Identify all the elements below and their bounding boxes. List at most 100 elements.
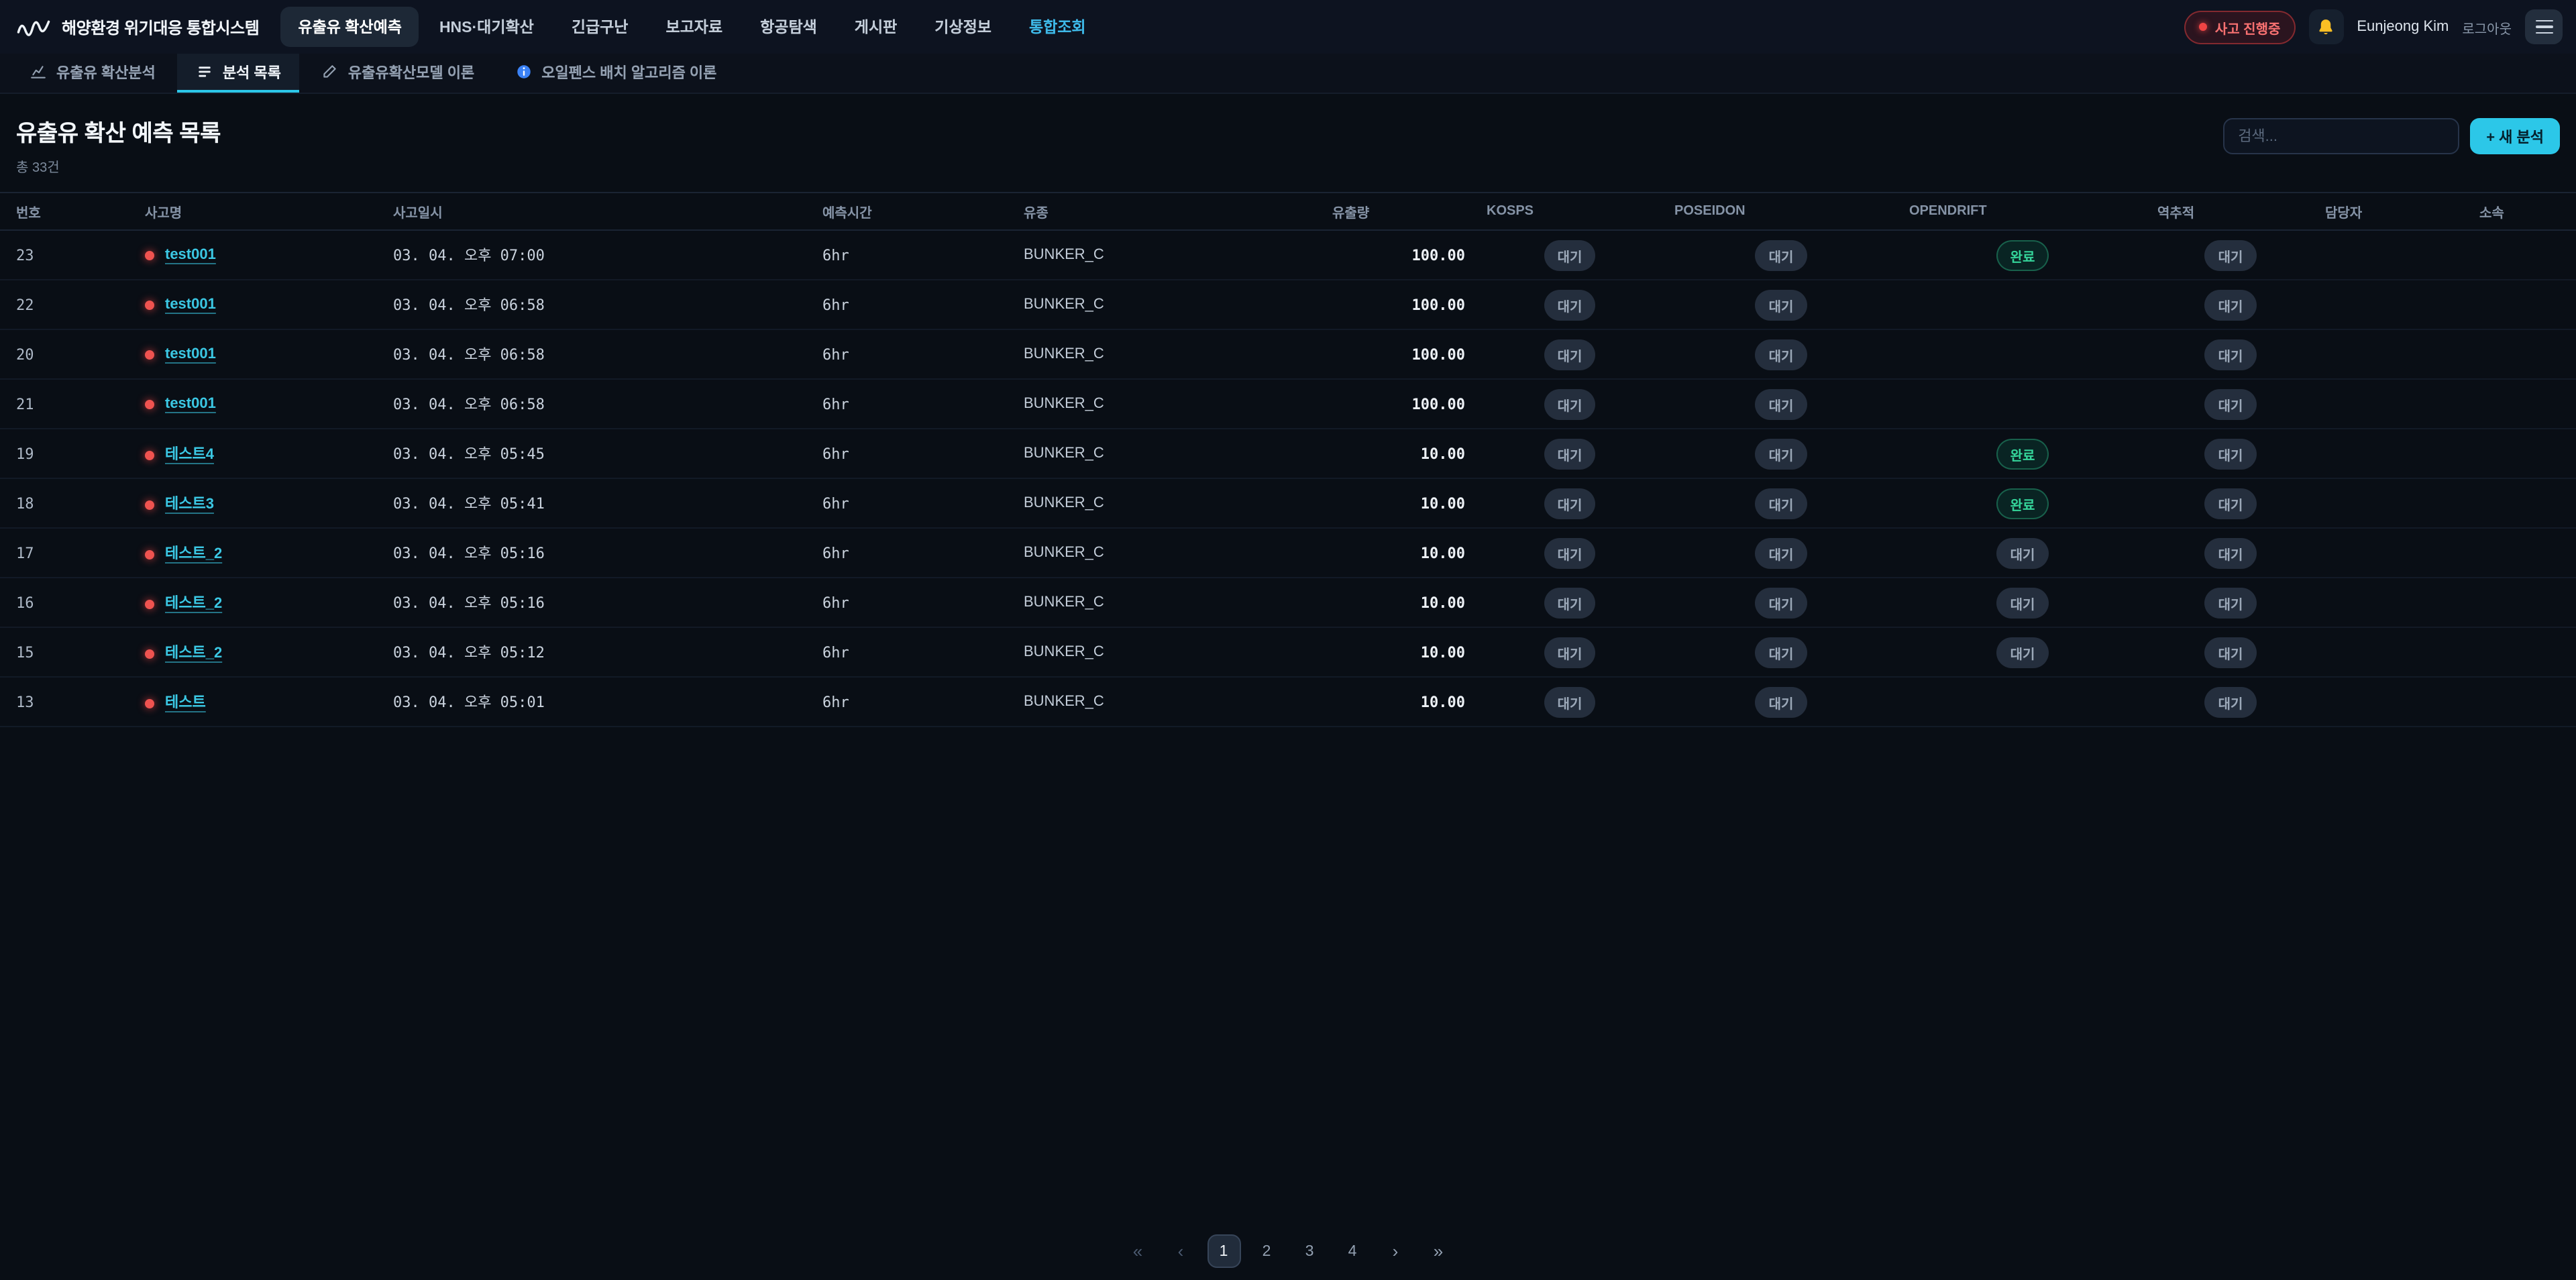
column-header: 사고일시 [382,193,812,230]
incident-name-cell: test001 [134,329,382,379]
backtrack-status: 대기 [2147,578,2314,627]
list-icon [196,63,213,81]
pen-icon [321,63,339,81]
kosps-status: 대기 [1476,230,1664,280]
status-badge: 대기 [2205,388,2257,419]
app-root: 해양환경 위기대응 통합시스템 유출유 확산예측HNS·대기확산긴급구난보고자료… [0,0,2576,1280]
incident-name-link[interactable]: test001 [165,346,216,362]
table-header-row: 번호사고명사고일시예측시간유종유출량KOSPSPOSEIDONOPENDRIFT… [0,193,2576,230]
hamburger-menu-button[interactable] [2525,9,2563,44]
nav-item[interactable]: 기상정보 [917,7,1009,47]
app-title: 해양환경 위기대응 통합시스템 [62,15,259,38]
incident-name-link[interactable]: test001 [165,396,216,412]
column-header: POSEIDON [1664,193,1898,230]
oil-type: BUNKER_C [1013,478,1322,528]
status-badge: 대기 [2205,488,2257,519]
backtrack-status: 대기 [2147,677,2314,727]
page-next-button[interactable]: › [1379,1234,1412,1268]
nav-item[interactable]: 유출유 확산예측 [280,7,419,47]
incident-name-cell: 테스트4 [134,429,382,478]
table-row[interactable]: 15테스트_203. 04. 오후 05:126hrBUNKER_C10.00대… [0,627,2576,677]
oil-type: BUNKER_C [1013,429,1322,478]
manager [2314,578,2469,627]
incident-name-link[interactable]: test001 [165,247,216,263]
nav-item[interactable]: 통합조회 [1012,7,1104,47]
logout-button[interactable]: 로그아웃 [2462,17,2512,37]
column-header: 번호 [0,193,134,230]
backtrack-status: 대기 [2147,429,2314,478]
search-input[interactable] [2223,118,2459,154]
forecast-duration: 6hr [812,379,1013,429]
incident-name-link[interactable]: 테스트_2 [165,596,222,612]
incident-name-link[interactable]: 테스트4 [165,447,214,463]
nav-item[interactable]: 보고자료 [648,7,740,47]
column-header: OPENDRIFT [1898,193,2147,230]
organization [2469,379,2576,429]
incident-name-link[interactable]: 테스트 [165,695,206,711]
table-row[interactable]: 22test00103. 04. 오후 06:586hrBUNKER_C100.… [0,280,2576,329]
spill-amount: 10.00 [1322,478,1476,528]
table-row[interactable]: 18테스트303. 04. 오후 05:416hrBUNKER_C10.00대기… [0,478,2576,528]
page-button-1[interactable]: 1 [1207,1234,1240,1268]
status-badge: 대기 [1756,289,1807,320]
tab[interactable]: 분석 목록 [177,54,300,93]
organization [2469,329,2576,379]
page-last-button[interactable]: » [1421,1234,1455,1268]
status-badge: 대기 [1756,239,1807,270]
status-badge: 대기 [2205,686,2257,717]
incident-name-link[interactable]: 테스트_2 [165,645,222,661]
status-badge: 대기 [1544,438,1596,469]
incident-datetime: 03. 04. 오후 05:41 [382,478,812,528]
page-first-button[interactable]: « [1121,1234,1155,1268]
status-badge: 대기 [1756,587,1807,618]
kosps-status: 대기 [1476,478,1664,528]
bell-icon [2316,17,2336,37]
table-row[interactable]: 16테스트_203. 04. 오후 05:166hrBUNKER_C10.00대… [0,578,2576,627]
nav-item[interactable]: 긴급구난 [554,7,646,47]
incident-name-link[interactable]: 테스트_2 [165,546,222,562]
page-button-4[interactable]: 4 [1336,1234,1369,1268]
incident-name-link[interactable]: 테스트3 [165,496,214,513]
tab[interactable]: 오일펜스 배치 알고리즘 이론 [496,54,735,93]
column-header: 유출량 [1322,193,1476,230]
table-row[interactable]: 21test00103. 04. 오후 06:586hrBUNKER_C100.… [0,379,2576,429]
tab[interactable]: 유출유 확산분석 [11,54,174,93]
page-button-2[interactable]: 2 [1250,1234,1283,1268]
status-badge: 대기 [2205,289,2257,320]
status-badge: 대기 [1997,637,2049,668]
page-button-3[interactable]: 3 [1293,1234,1326,1268]
oil-type: BUNKER_C [1013,379,1322,429]
table-row[interactable]: 13테스트03. 04. 오후 05:016hrBUNKER_C10.00대기대… [0,677,2576,727]
page-prev-button[interactable]: ‹ [1164,1234,1197,1268]
status-badge: 대기 [1544,587,1596,618]
nav-item[interactable]: 항공탐색 [743,7,835,47]
opendrift-status [1898,677,2147,727]
header-controls: + 새 분석 [2223,118,2560,154]
incident-name-cell: 테스트 [134,677,382,727]
table-row[interactable]: 17테스트_203. 04. 오후 05:166hrBUNKER_C10.00대… [0,528,2576,578]
incident-status-dot [145,649,154,658]
spill-amount: 100.00 [1322,379,1476,429]
nav-item[interactable]: HNS·대기확산 [422,7,551,47]
forecast-duration: 6hr [812,677,1013,727]
spill-amount: 10.00 [1322,677,1476,727]
new-analysis-button[interactable]: + 새 분석 [2470,118,2560,154]
backtrack-status: 대기 [2147,627,2314,677]
backtrack-status: 대기 [2147,379,2314,429]
app-brand[interactable]: 해양환경 위기대응 통합시스템 [16,15,259,38]
incident-name-link[interactable]: test001 [165,297,216,313]
incident-status-dot [145,300,154,309]
row-number: 15 [0,627,134,677]
nav-item[interactable]: 게시판 [837,7,915,47]
table-row[interactable]: 20test00103. 04. 오후 06:586hrBUNKER_C100.… [0,329,2576,379]
incident-name-cell: test001 [134,280,382,329]
manager [2314,329,2469,379]
table-row[interactable]: 19테스트403. 04. 오후 05:456hrBUNKER_C10.00대기… [0,429,2576,478]
oil-type: BUNKER_C [1013,280,1322,329]
incident-datetime: 03. 04. 오후 06:58 [382,280,812,329]
opendrift-status: 대기 [1898,578,2147,627]
organization [2469,528,2576,578]
table-row[interactable]: 23test00103. 04. 오후 07:006hrBUNKER_C100.… [0,230,2576,280]
tab[interactable]: 유출유확산모델 이론 [303,54,493,93]
notification-bell-button[interactable] [2308,9,2343,44]
